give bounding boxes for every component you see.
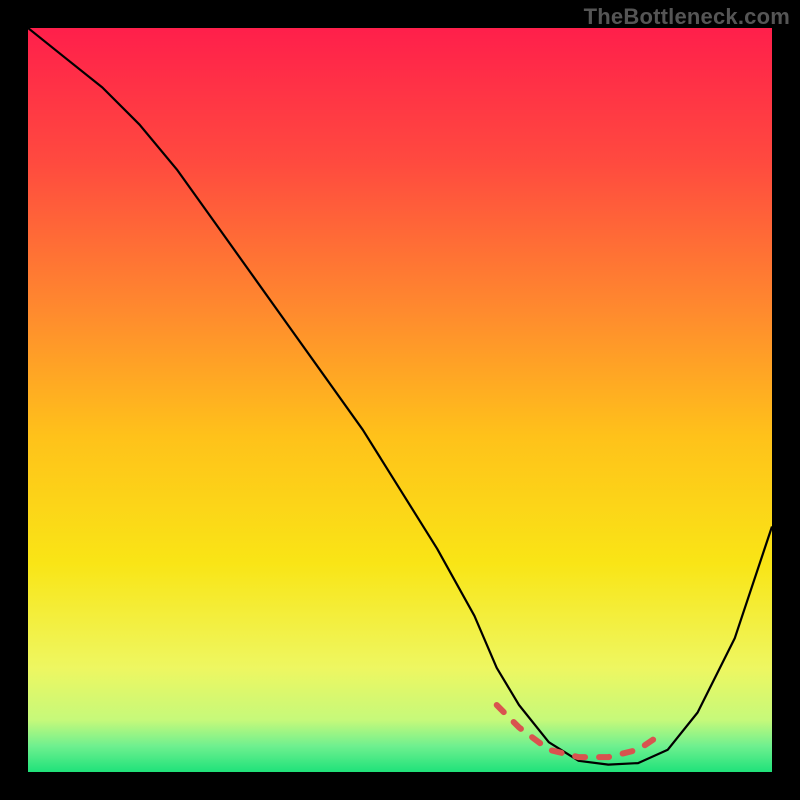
chart-svg: [28, 28, 772, 772]
gradient-background: [28, 28, 772, 772]
chart-frame: TheBottleneck.com: [0, 0, 800, 800]
plot-area: [28, 28, 772, 772]
watermark-text: TheBottleneck.com: [584, 4, 790, 30]
